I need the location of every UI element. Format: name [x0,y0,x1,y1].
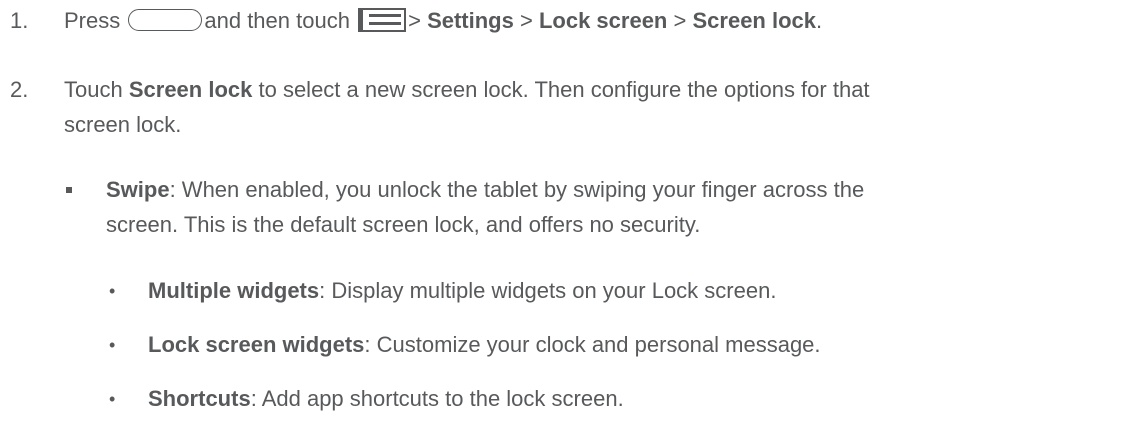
home-button-icon [128,9,203,31]
list-item-text: : Display multiple widgets on your Lock … [319,278,777,303]
settings-label: Settings [427,8,514,33]
swipe-title: Swipe [106,177,170,202]
list-item: Multiple widgets: Display multiple widge… [148,278,776,304]
screen-lock-label: Screen lock [692,8,816,33]
menu-icon [358,8,407,32]
step-2-line-2: screen lock. [64,112,182,137]
step-2-number: 2. [10,77,29,102]
list-item-text: : Customize your clock and personal mess… [364,332,821,357]
step-2-touch: Touch [64,77,123,102]
step-1-press: Press [64,8,121,33]
breadcrumb-sep-2: > [519,8,533,33]
swipe-line-1: Swipe: When enabled, you unlock the tabl… [106,177,864,203]
step-1-text: Press and then touch > Settings > Lock s… [64,8,822,34]
breadcrumb-sep-1: > [408,8,421,33]
step-2-line-1: Touch Screen lock to select a new screen… [64,77,870,103]
step-1-period: . [816,8,823,33]
dot-bullet-icon: • [109,335,116,355]
lock-screen-label: Lock screen [538,8,668,33]
list-item-title: Multiple widgets [148,278,320,303]
square-bullet-icon [66,187,72,193]
list-item-title: Shortcuts [148,386,251,411]
breadcrumb-sep-3: > [673,8,687,33]
step-2-screen-lock: Screen lock [128,77,253,102]
step-1-number: 1. [10,8,29,33]
swipe-line-2: screen. This is the default screen lock,… [106,212,701,237]
list-item-title: Lock screen widgets [148,332,365,357]
list-item-text: : Add app shortcuts to the lock screen. [250,386,624,411]
step-1-and-then-touch: and then touch [204,8,350,33]
swipe-text-1: : When enabled, you unlock the tablet by… [169,177,865,202]
dot-bullet-icon: • [109,281,116,301]
dot-bullet-icon: • [109,389,116,409]
step-2-rest: to select a new screen lock. Then config… [258,77,870,102]
list-item: Lock screen widgets: Customize your cloc… [148,332,821,358]
list-item: Shortcuts: Add app shortcuts to the lock… [148,386,624,412]
